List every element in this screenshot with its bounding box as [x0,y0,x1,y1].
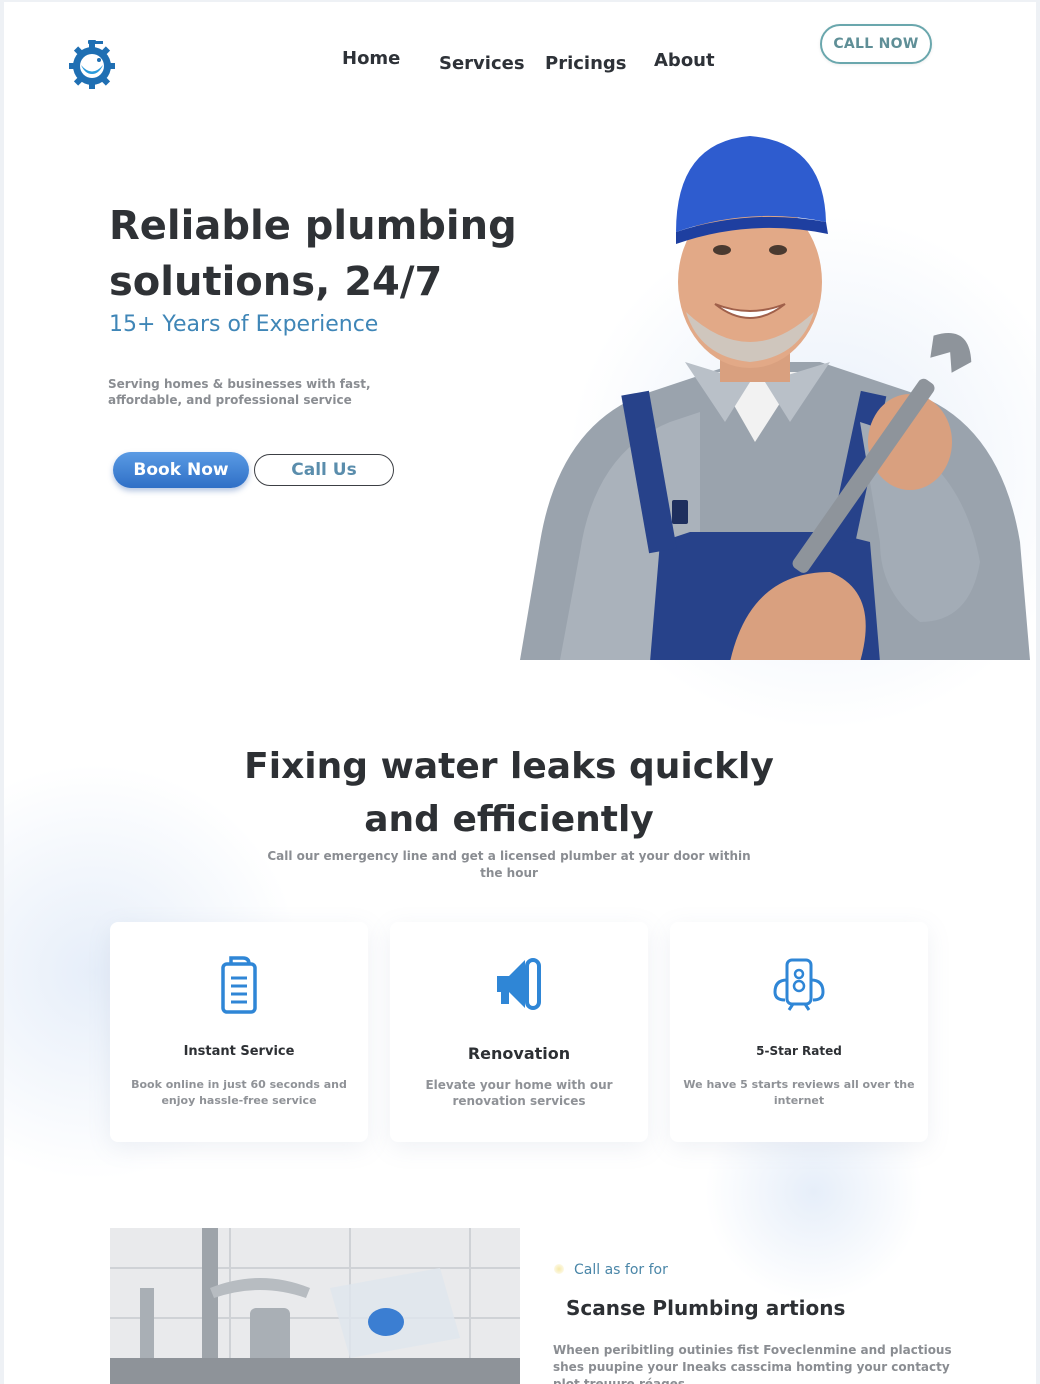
hero-description: Serving homes & businesses with fast, af… [108,377,371,407]
megaphone-icon [497,958,541,1010]
feature-card-title: Renovation [467,1044,571,1063]
hero-title-line-2: solutions, 24/7 [109,259,443,305]
decorative-dot [554,1264,564,1274]
call-us-button[interactable]: Call Us [254,454,394,486]
features-title: Fixing water leaks quickly and efficient… [204,740,814,846]
section-body: Wheen peribitling outinies fist Foveclen… [553,1343,952,1384]
hero-title: Reliable plumbing solutions, 24/7 [109,198,549,310]
feature-card-title: 5-Star Rated [756,1044,842,1058]
hero-subtitle: 15+ Years of Experience [109,312,379,337]
features-subtitle: Call our emergency line and get a licens… [267,849,751,880]
section-kicker: Call as for for [574,1262,668,1278]
feature-card-5-star-rated[interactable]: 5-Star Rated We have 5 starts reviews al… [670,922,928,1142]
feature-card-instant-service[interactable]: Instant Service Book online in just 60 s… [110,922,368,1142]
feature-card-description: Book online in just 60 seconds and enjoy… [131,1078,347,1107]
nav-about-link[interactable]: About [654,50,715,71]
nav-pricings-link[interactable]: Pricings [545,53,627,74]
call-now-button[interactable]: CALL NOW [820,24,932,64]
feature-card-renovation[interactable]: Renovation Elevate your home with our re… [390,922,648,1142]
sink-faucet-photo [110,1228,520,1384]
clipboard-icon [221,956,257,1014]
features-title-line-2: and efficiently [364,799,654,840]
features-title-line-1: Fixing water leaks quickly [244,746,774,787]
plumber-photo [520,136,1030,660]
book-now-button[interactable]: Book Now [113,452,249,488]
feature-card-description: Elevate your home with our renovation se… [425,1078,613,1108]
section-title: Scanse Plumbing artions [566,1296,846,1320]
hero-title-line-1: Reliable plumbing [109,203,517,249]
feature-card-description: We have 5 starts reviews all over the in… [683,1078,915,1107]
robot-phone-icon [773,958,825,1011]
nav-home-link[interactable]: Home [342,48,400,69]
page: Home Services Pricings About CALL NOW Re… [4,2,1036,1384]
nav-services-link[interactable]: Services [439,53,525,74]
feature-card-title: Instant Service [183,1044,295,1059]
